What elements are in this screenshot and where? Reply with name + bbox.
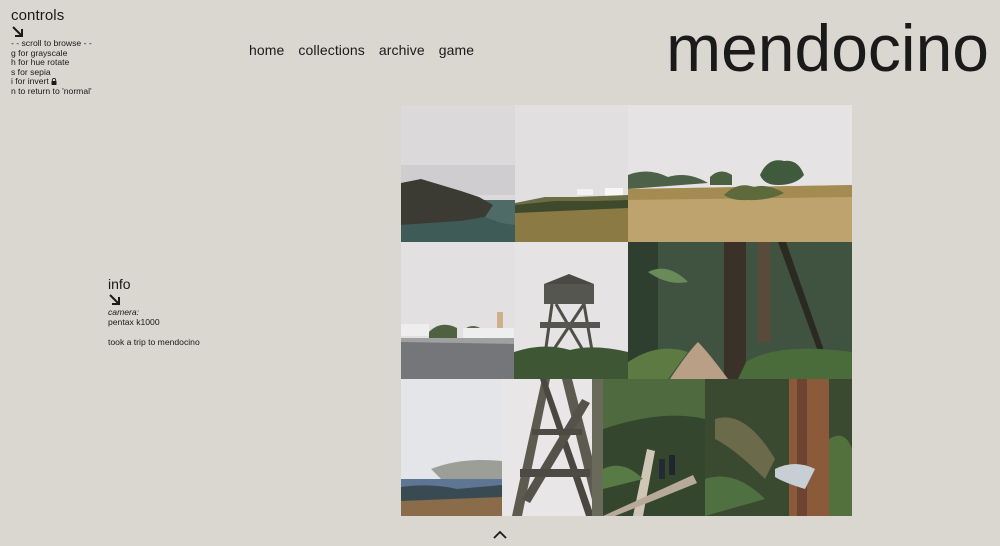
nav-home-link[interactable]: home xyxy=(249,42,284,58)
photo-redwood-trail[interactable] xyxy=(628,242,852,379)
chevron-up-icon[interactable] xyxy=(492,530,508,540)
photo-water-tower[interactable] xyxy=(514,242,628,379)
photo-tower-closeup[interactable] xyxy=(502,379,603,516)
camera-label: camera: xyxy=(108,307,140,317)
controls-normal-hint: n to return to 'normal' xyxy=(11,85,92,96)
arrow-down-right-icon xyxy=(12,26,23,37)
photo-gallery xyxy=(401,105,852,516)
nav-collections-link[interactable]: collections xyxy=(298,42,364,58)
photo-redwood-trunk-person[interactable] xyxy=(705,379,852,516)
controls-title: controls xyxy=(11,7,65,24)
photo-golden-meadow[interactable] xyxy=(628,105,852,242)
nav-game-link[interactable]: game xyxy=(439,42,474,58)
photo-roadside-fence[interactable] xyxy=(401,242,514,379)
photo-coastal-cliff[interactable] xyxy=(401,105,515,242)
info-panel: info camera: pentax k1000 took a trip to… xyxy=(108,276,288,347)
photo-field-houses[interactable] xyxy=(515,105,628,242)
photo-roadside-fence-image xyxy=(401,242,514,379)
photo-tower-closeup-image xyxy=(502,379,603,516)
photo-coastal-cliff-image xyxy=(401,105,515,242)
photo-misty-coast[interactable] xyxy=(401,379,502,516)
lock-icon xyxy=(51,78,57,86)
controls-panel: controls - - scroll to browse - - g for … xyxy=(11,7,131,97)
main-nav: home collections archive game xyxy=(249,42,488,58)
arrow-down-right-icon xyxy=(109,294,120,305)
trip-description: took a trip to mendocino xyxy=(108,337,200,347)
controls-invert-text: i for invert xyxy=(11,76,49,87)
photo-fallen-log-hikers[interactable] xyxy=(603,379,705,516)
photo-fallen-log-hikers-image xyxy=(603,379,705,516)
photo-misty-coast-image xyxy=(401,379,502,516)
photo-field-houses-image xyxy=(515,105,628,242)
site-title: mendocino xyxy=(666,11,989,85)
photo-water-tower-image xyxy=(514,242,628,379)
photo-redwood-trail-image xyxy=(628,242,852,379)
info-title: info xyxy=(108,276,131,292)
nav-archive-link[interactable]: archive xyxy=(379,42,425,58)
photo-golden-meadow-image xyxy=(628,105,852,242)
photo-redwood-trunk-person-image xyxy=(705,379,852,516)
camera-value: pentax k1000 xyxy=(108,317,160,327)
